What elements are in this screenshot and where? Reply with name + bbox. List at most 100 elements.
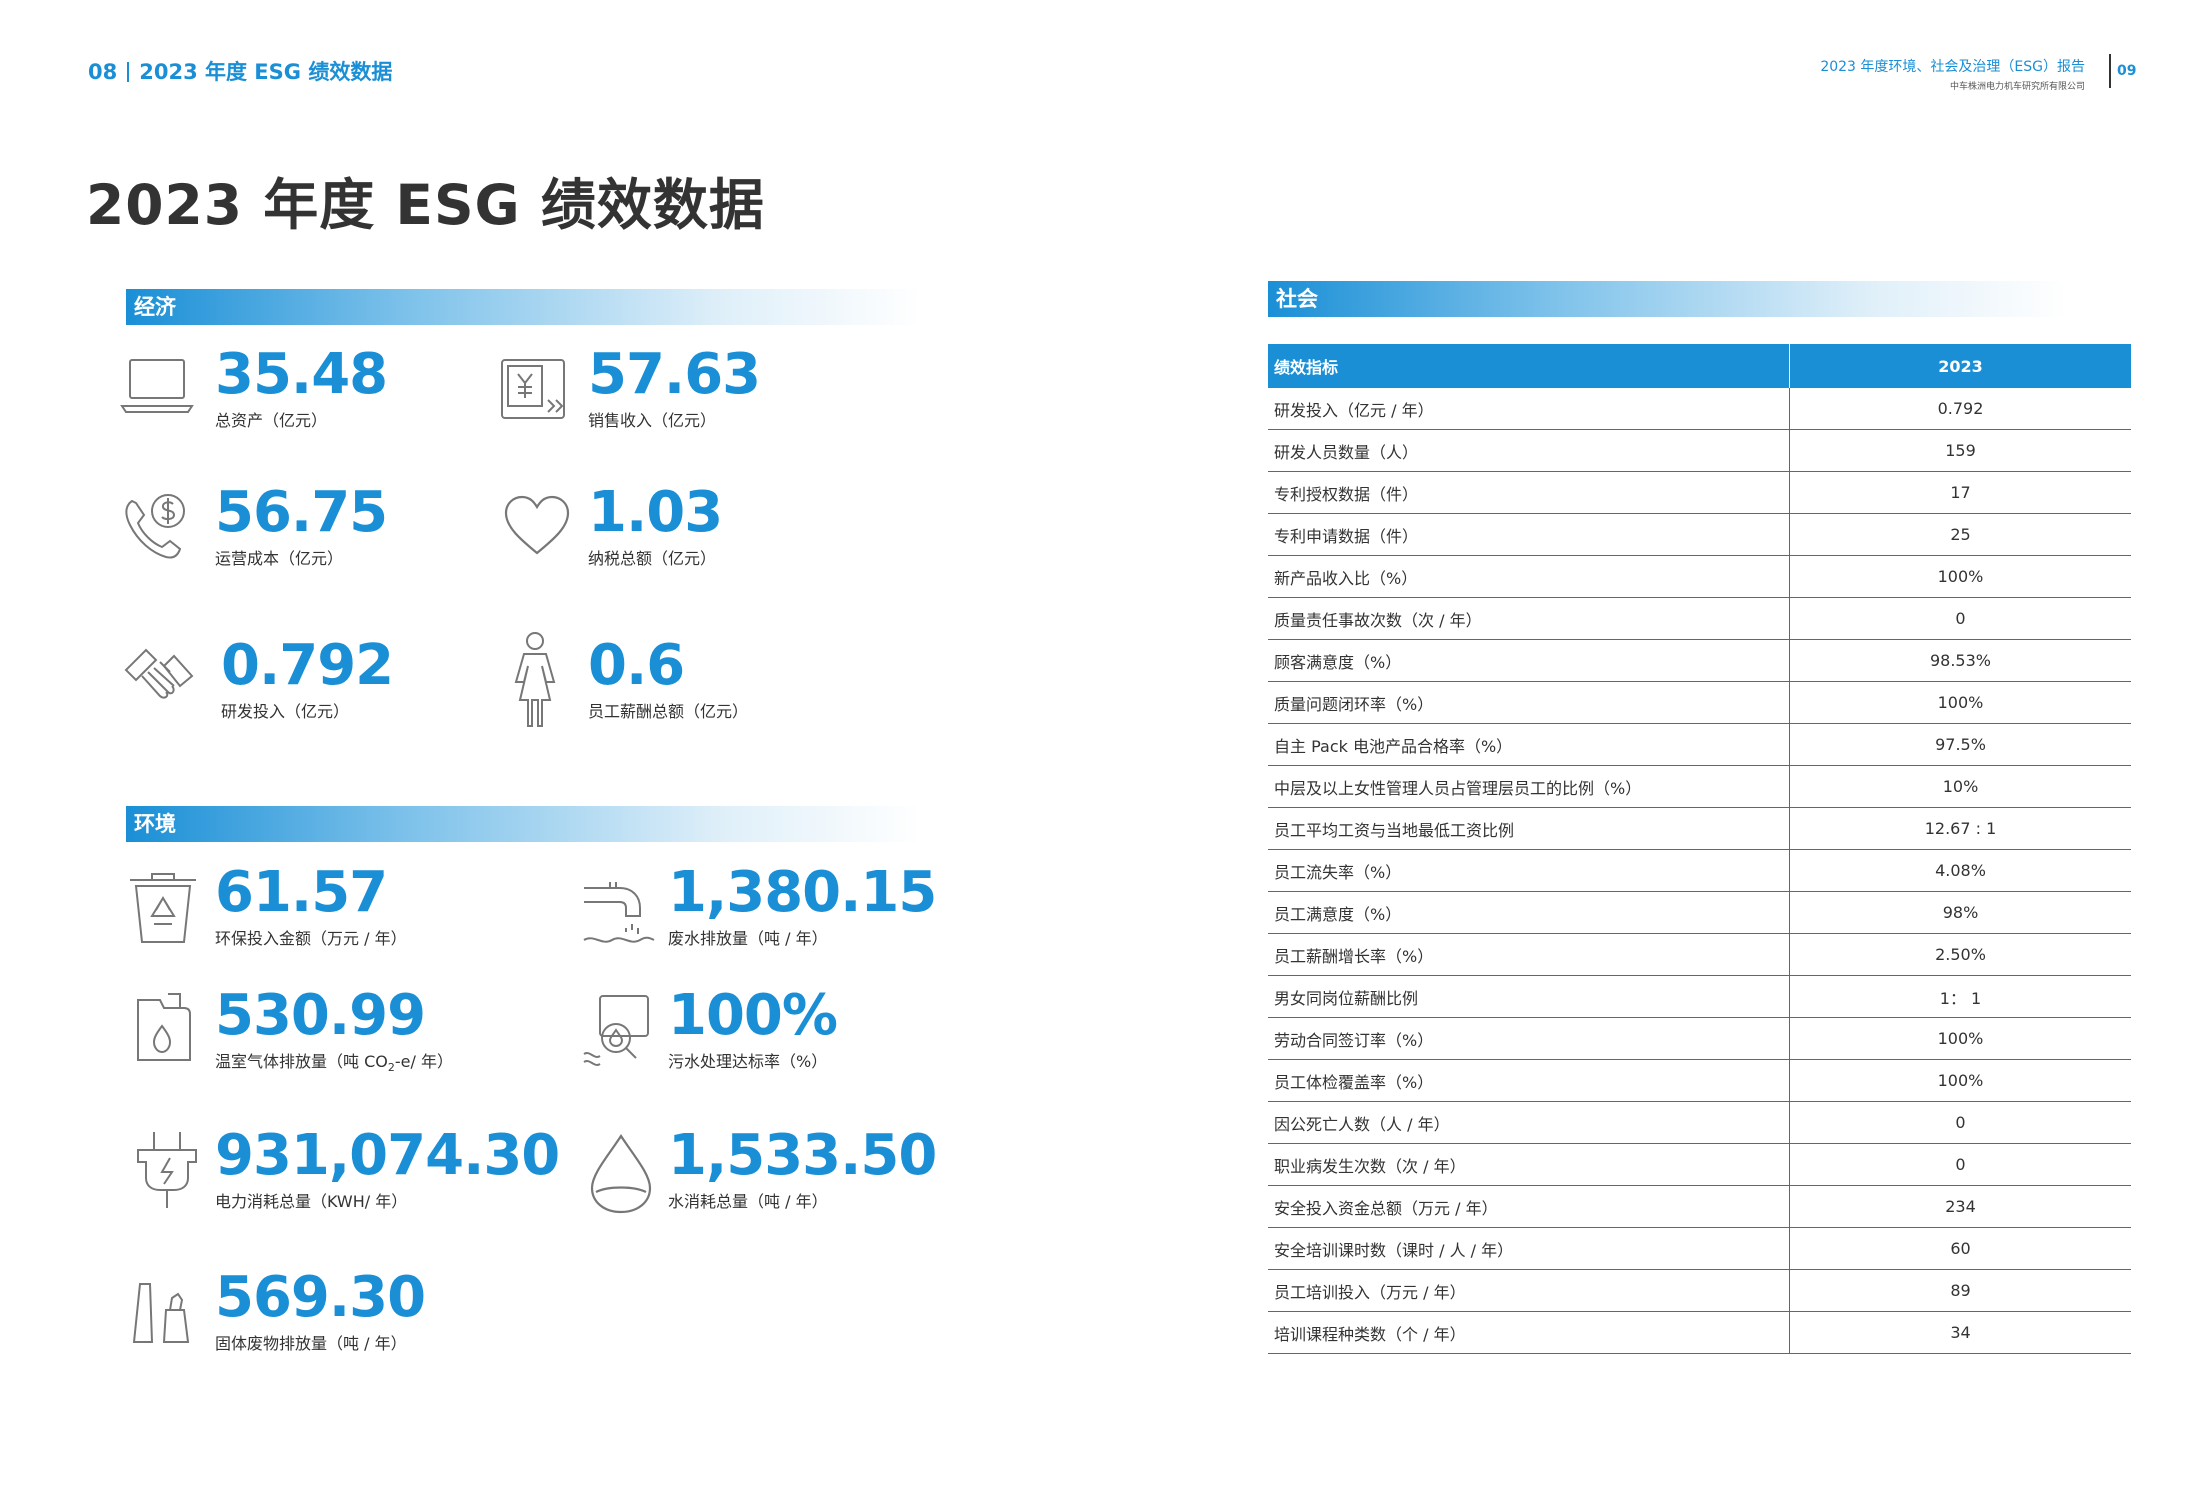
table-row: 员工满意度（%） 98% (1268, 891, 2131, 934)
indicator-cell: 自主 Pack 电池产品合格率（%） (1268, 723, 1790, 766)
environment-section-label: 环境 (134, 812, 176, 836)
value-cell: 100% (1789, 555, 2131, 598)
metric-label: 环保投入金额（万元 / 年） (215, 929, 407, 948)
table-row: 员工薪酬增长率（%） 2.50% (1268, 933, 2131, 976)
metric-electricity: 931,074.30 电力消耗总量（KWH/ 年） (215, 1128, 560, 1212)
value-cell: 234 (1789, 1185, 2131, 1228)
value-cell: 34 (1789, 1311, 2131, 1354)
value-cell: 89 (1789, 1269, 2131, 1312)
table-header-row: 绩效指标 2023 (1268, 344, 2131, 388)
metric-value: 1.03 (588, 480, 723, 545)
indicator-cell: 员工薪酬增长率（%） (1268, 933, 1790, 976)
value-cell: 159 (1789, 429, 2131, 472)
indicator-cell: 质量问题闭环率（%） (1268, 681, 1790, 724)
metric-label: 水消耗总量（吨 / 年） (668, 1192, 828, 1211)
society-section-label: 社会 (1276, 287, 1318, 311)
indicator-cell: 研发人员数量（人） (1268, 429, 1790, 472)
value-cell: 100% (1789, 681, 2131, 724)
metric-label: 废水排放量（吨 / 年） (668, 929, 828, 948)
table-row: 劳动合同签订率（%） 100% (1268, 1017, 2131, 1060)
fuel-canister-icon (124, 990, 202, 1068)
metric-label: 固体废物排放量（吨 / 年） (215, 1334, 407, 1353)
metric-label: 员工薪酬总额（亿元） (588, 702, 749, 721)
value-cell: 2.50% (1789, 933, 2131, 976)
indicator-cell: 因公死亡人数（人 / 年） (1268, 1101, 1790, 1144)
indicator-cell: 员工平均工资与当地最低工资比例 (1268, 807, 1790, 850)
metric-value: 0.6 (588, 633, 685, 698)
indicator-cell: 员工体检覆盖率（%） (1268, 1059, 1790, 1102)
metric-water-consumption: 1,533.50 水消耗总量（吨 / 年） (668, 1128, 937, 1212)
metric-rd-investment: 0.792 研发投入（亿元） (221, 633, 394, 722)
metric-waste-water: 1,380.15 废水排放量（吨 / 年） (668, 860, 937, 949)
value-cell: 10% (1789, 765, 2131, 808)
value-cell: 12.67 : 1 (1789, 807, 2131, 850)
metric-sales-revenue: 57.63 销售收入（亿元） (588, 347, 761, 431)
report-title: 2023 年度环境、社会及治理（ESG）报告 (1820, 59, 2085, 75)
table-row: 专利授权数据（件） 17 (1268, 471, 2131, 514)
society-section-banner: 社会 (1268, 281, 2068, 317)
metric-total-assets: 35.48 总资产（亿元） (215, 342, 388, 431)
table-row: 质量责任事故次数（次 / 年） 0 (1268, 597, 2131, 640)
metric-employee-pay: 0.6 员工薪酬总额（亿元） (588, 638, 748, 722)
water-inspect-icon (580, 992, 658, 1070)
indicator-cell: 研发投入（亿元 / 年） (1268, 388, 1790, 430)
table-row: 职业病发生次数（次 / 年） 0 (1268, 1143, 2131, 1186)
handshake-icon (120, 640, 198, 718)
metric-ghg-emission: 530.99 温室气体排放量（吨 CO2-e/ 年） (215, 988, 453, 1075)
table-row: 自主 Pack 电池产品合格率（%） 97.5% (1268, 723, 2131, 766)
table-row: 专利申请数据（件） 25 (1268, 513, 2131, 556)
left-page-header: 08 2023 年度 ESG 绩效数据 (88, 56, 392, 86)
solid-waste-icon (126, 1280, 204, 1346)
indicator-cell: 职业病发生次数（次 / 年） (1268, 1143, 1790, 1186)
table-row: 因公死亡人数（人 / 年） 0 (1268, 1101, 2131, 1144)
table-row: 员工平均工资与当地最低工资比例 12.67 : 1 (1268, 807, 2131, 850)
table-row: 安全投入资金总额（万元 / 年） 234 (1268, 1185, 2131, 1228)
society-performance-table: 绩效指标 2023 研发投入（亿元 / 年） 0.792 研发人员数量（人） 159 专… (1268, 344, 2131, 1354)
value-cell: 25 (1789, 513, 2131, 556)
indicator-cell: 员工满意度（%） (1268, 891, 1790, 934)
left-header-title: 2023 年度 ESG 绩效数据 (139, 60, 393, 84)
value-cell: 100% (1789, 1017, 2131, 1060)
metric-label: 电力消耗总量（KWH/ 年） (215, 1192, 408, 1211)
value-cell: 98.53% (1789, 639, 2131, 682)
metric-value: 56.75 (215, 480, 388, 545)
table-row: 安全培训课时数（课时 / 人 / 年） 60 (1268, 1227, 2131, 1270)
table-row: 新产品收入比（%） 100% (1268, 555, 2131, 598)
indicator-cell: 男女同岗位薪酬比例 (1268, 975, 1790, 1018)
table-row: 男女同岗位薪酬比例 1： 1 (1268, 975, 2131, 1018)
metric-label: 销售收入（亿元） (588, 411, 717, 430)
laptop-icon (118, 350, 196, 428)
column-header-indicator: 绩效指标 (1268, 344, 1790, 388)
company-name: 中车株洲电力机车研究所有限公司 (1949, 82, 2085, 92)
water-drop-icon (582, 1132, 660, 1216)
metric-label: 运营成本（亿元） (215, 549, 344, 568)
table-row: 研发人员数量（人） 159 (1268, 429, 2131, 472)
table-row: 培训课程种类数（个 / 年） 34 (1268, 1311, 2131, 1354)
person-icon (496, 630, 574, 730)
metric-value: 1,380.15 (668, 860, 937, 925)
metric-value: 35.48 (215, 342, 388, 407)
metric-value: 0.792 (221, 633, 394, 698)
metric-label: 总资产（亿元） (215, 411, 328, 430)
value-cell: 60 (1789, 1227, 2131, 1270)
economy-section-banner: 经济 (126, 289, 921, 325)
value-cell: 0 (1789, 597, 2131, 640)
table-row: 员工体检覆盖率（%） 100% (1268, 1059, 2131, 1102)
left-page-number: 08 (88, 60, 118, 84)
right-page-header: 2023 年度环境、社会及治理（ESG）报告 中车株洲电力机车研究所有限公司 (1820, 56, 2085, 92)
indicator-cell: 顾客满意度（%） (1268, 639, 1790, 682)
indicator-cell: 专利授权数据（件） (1268, 471, 1790, 514)
indicator-cell: 员工流失率（%） (1268, 849, 1790, 892)
indicator-cell: 员工培训投入（万元 / 年） (1268, 1269, 1790, 1312)
power-plug-icon (128, 1128, 206, 1212)
table-row: 质量问题闭环率（%） 100% (1268, 681, 2131, 724)
indicator-cell: 专利申请数据（件） (1268, 513, 1790, 556)
page-title: 2023 年度 ESG 绩效数据 (86, 173, 765, 237)
value-cell: 4.08% (1789, 849, 2131, 892)
metric-solid-waste: 569.30 固体废物排放量（吨 / 年） (215, 1270, 426, 1354)
metric-label: 污水处理达标率（%） (668, 1052, 828, 1071)
value-cell: 100% (1789, 1059, 2131, 1102)
metric-tax-total: 1.03 纳税总额（亿元） (588, 480, 723, 569)
indicator-cell: 安全投入资金总额（万元 / 年） (1268, 1185, 1790, 1228)
indicator-cell: 新产品收入比（%） (1268, 555, 1790, 598)
